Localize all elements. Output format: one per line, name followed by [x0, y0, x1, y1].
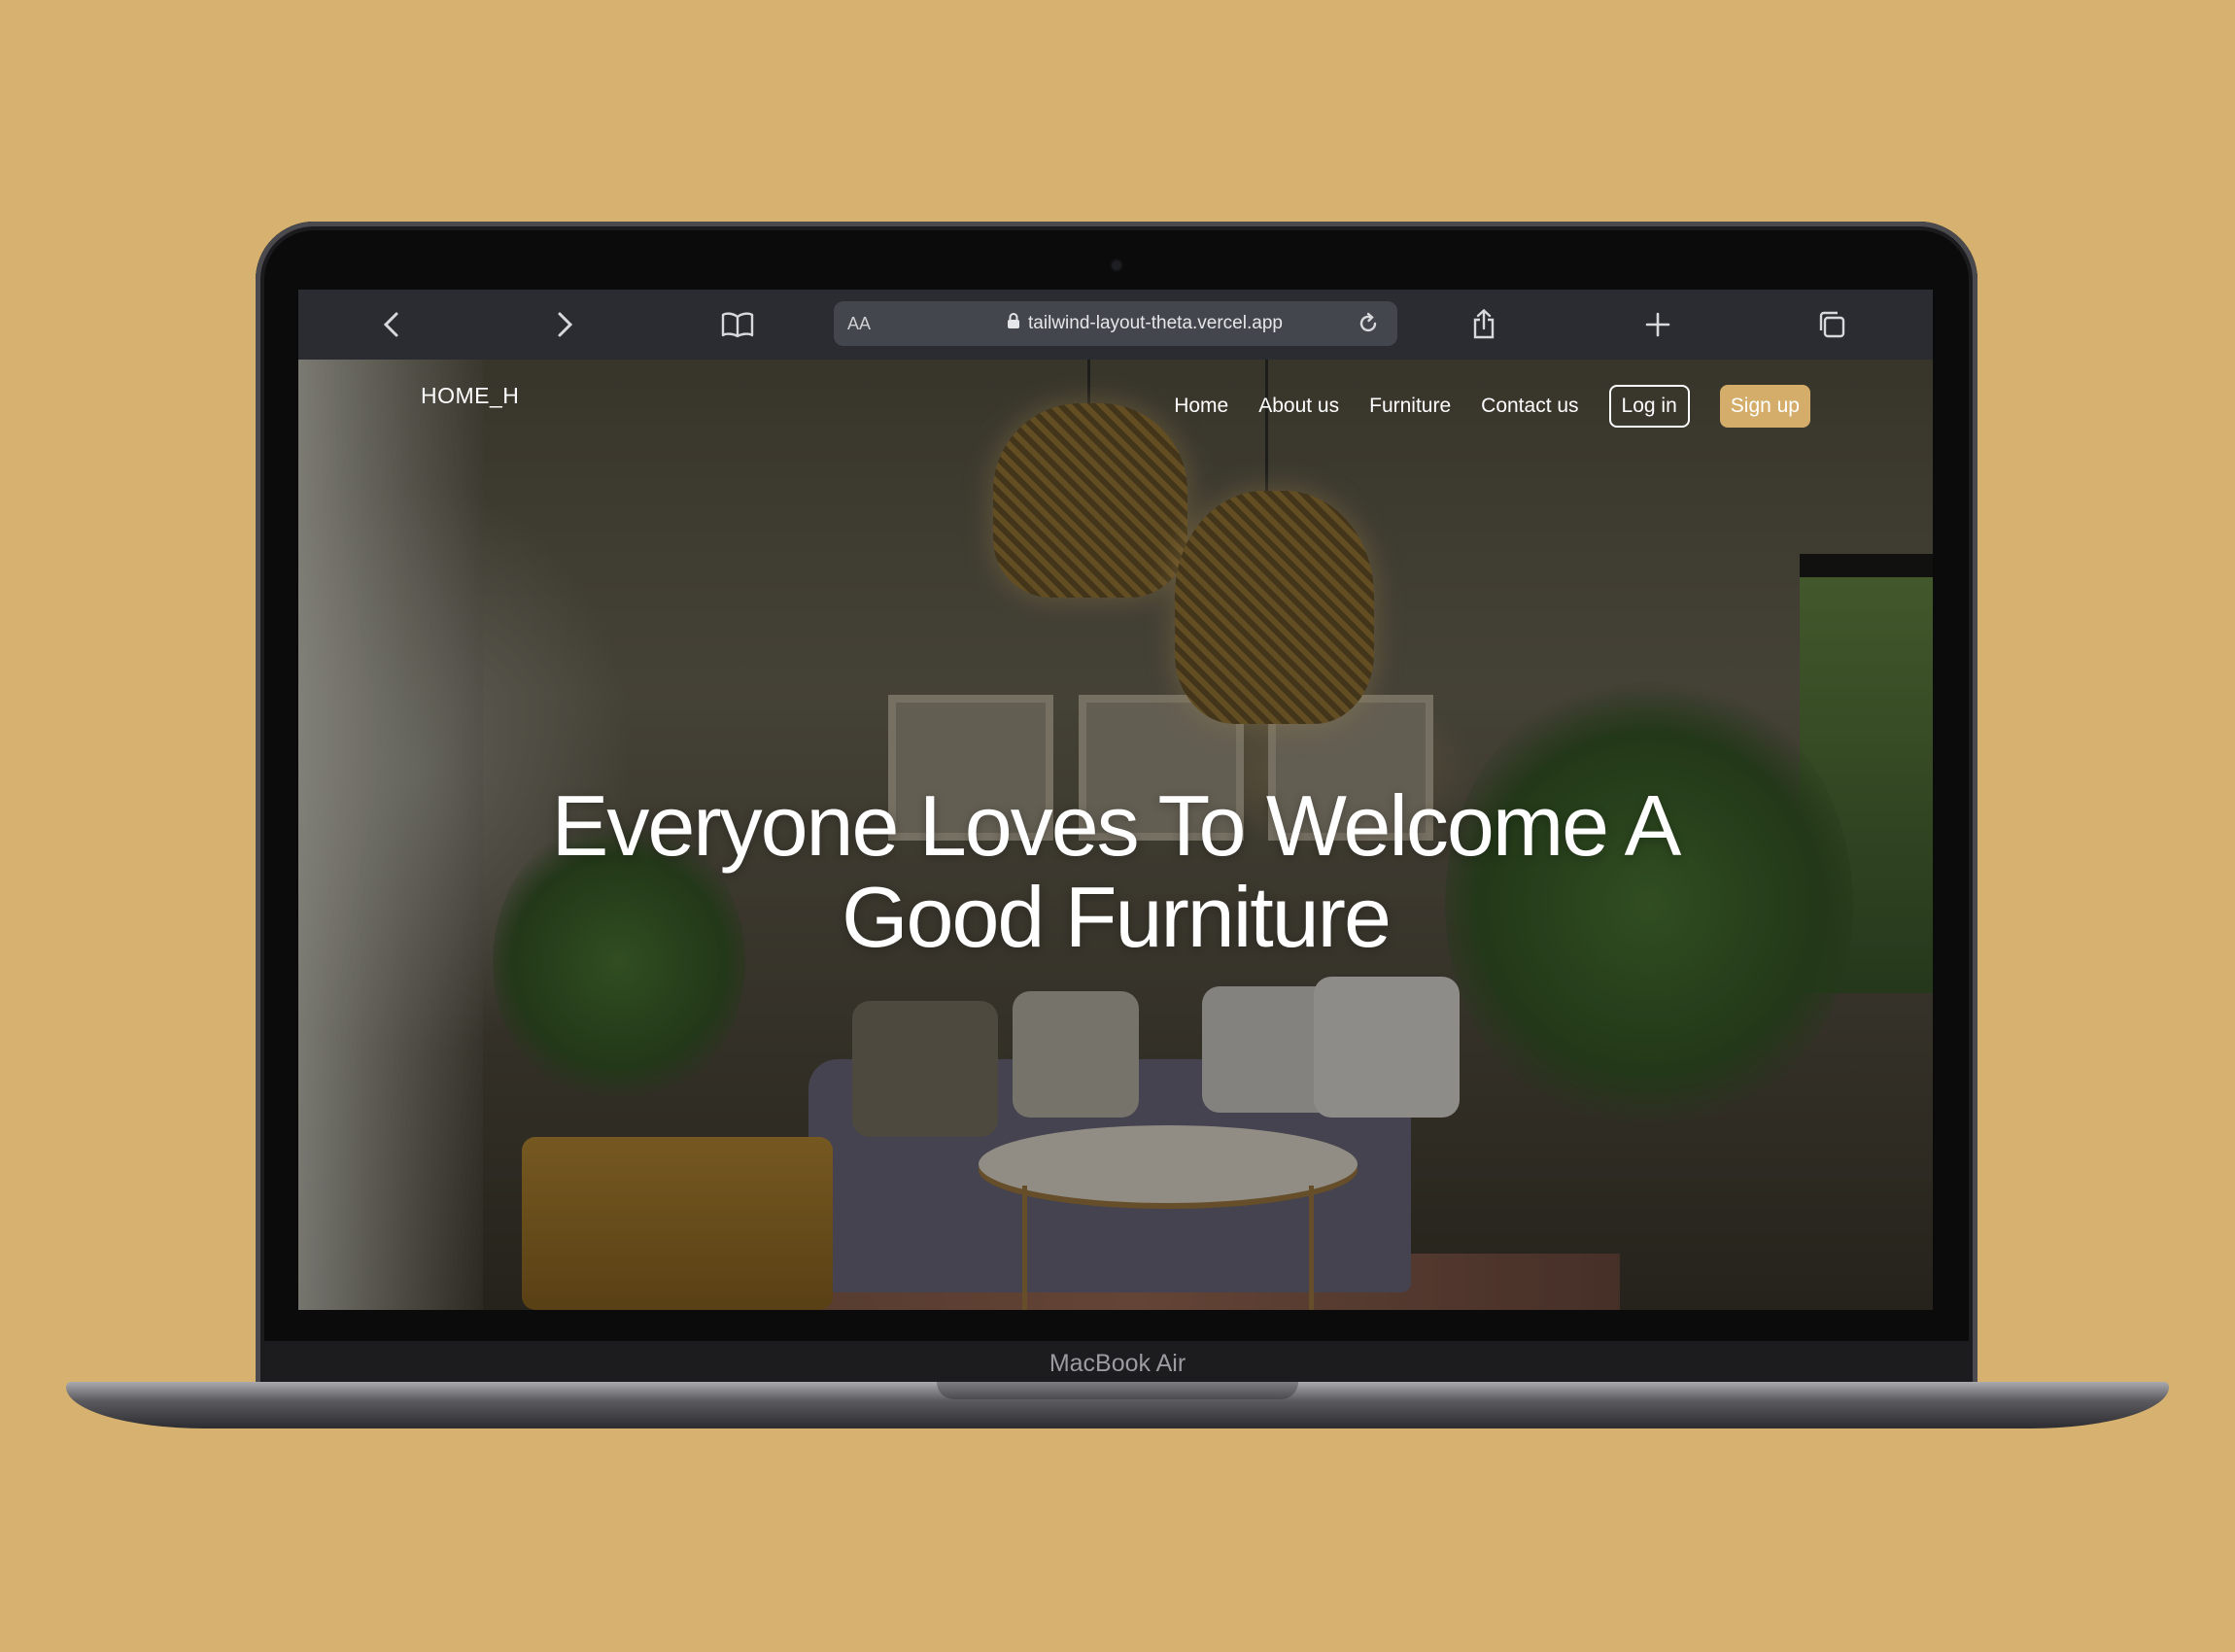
nav-furniture-link[interactable]: Furniture: [1369, 395, 1451, 418]
hero-heading: Everyone Loves To Welcome A Good Furnitu…: [298, 780, 1933, 963]
device-model-label: MacBook Air: [1049, 1350, 1186, 1377]
signup-button[interactable]: Sign up: [1719, 385, 1810, 428]
bookmarks-book-icon[interactable]: [716, 303, 759, 346]
url-text: tailwind-layout-theta.vercel.app: [1028, 313, 1283, 333]
laptop-screen: AA tailwind-layout-theta.vercel.app HOME…: [298, 290, 1933, 1310]
address-bar[interactable]: AA tailwind-layout-theta.vercel.app: [834, 301, 1397, 346]
tabs-overview-icon[interactable]: [1810, 303, 1853, 346]
nav-about-link[interactable]: About us: [1258, 395, 1339, 418]
site-logo[interactable]: HOME_H: [421, 383, 519, 409]
login-button[interactable]: Log in: [1608, 385, 1690, 428]
back-arrow-icon[interactable]: [370, 303, 413, 346]
camera-icon: [1112, 260, 1121, 270]
site-nav: Home About us Furniture Contact us Log i…: [1174, 385, 1810, 428]
nav-home-link[interactable]: Home: [1174, 395, 1228, 418]
hero-heading-line-1: Everyone Loves To Welcome A: [551, 777, 1682, 874]
web-page: HOME_H Home About us Furniture Contact u…: [298, 360, 1933, 1310]
share-icon[interactable]: [1462, 303, 1505, 346]
text-size-button[interactable]: AA: [847, 301, 871, 346]
laptop-hinge-notch: [937, 1382, 1298, 1399]
plus-icon[interactable]: [1636, 303, 1679, 346]
reload-icon[interactable]: [1347, 302, 1390, 345]
hero-heading-line-2: Good Furniture: [842, 869, 1392, 965]
lock-icon: [1007, 312, 1020, 335]
forward-arrow-icon[interactable]: [543, 303, 586, 346]
nav-contact-link[interactable]: Contact us: [1481, 395, 1578, 418]
browser-toolbar: AA tailwind-layout-theta.vercel.app: [298, 290, 1933, 360]
